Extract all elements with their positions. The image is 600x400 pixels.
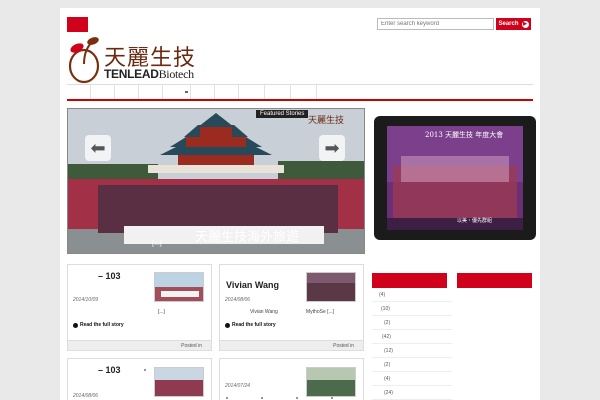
tablet-image[interactable]: 2013 天麗生技 年度大會 以美‧優先群組: [374, 116, 536, 240]
dropdown-indicator-icon: [185, 91, 188, 93]
top-bar: Search ▶: [60, 8, 540, 34]
post-date: 2014/07/24: [225, 383, 251, 389]
category-item[interactable]: (2): [372, 316, 452, 330]
group-photo: [387, 126, 523, 230]
category-item[interactable]: (4): [372, 288, 452, 302]
post-thumbnail[interactable]: [154, 272, 204, 302]
post-title[interactable]: Vivian Wang: [226, 280, 279, 290]
category-item[interactable]: (2): [372, 358, 452, 372]
tablet-subtitle: 以美‧優先群組: [457, 218, 493, 224]
category-count: (4): [379, 292, 386, 298]
sprout-logo-icon: [68, 37, 100, 84]
next-arrow-icon[interactable]: ➡: [319, 135, 345, 161]
nav-item-6[interactable]: [191, 85, 215, 99]
post-card-3[interactable]: – 103 2014/08/06: [67, 358, 212, 400]
pager-dot-3-icon[interactable]: [296, 397, 298, 399]
nav-item-7[interactable]: [215, 85, 239, 99]
logo-bold-text: TENLEAD: [104, 67, 159, 81]
sidebar-heading-1: [372, 273, 447, 288]
category-count: (12): [384, 348, 393, 354]
category-count: (4): [384, 376, 391, 382]
category-item[interactable]: (4): [372, 372, 452, 386]
read-more-link[interactable]: Read the full story: [73, 322, 124, 328]
search-button[interactable]: Search ▶: [496, 18, 531, 30]
pager-dot-1-icon[interactable]: [226, 397, 228, 399]
nav-item-4[interactable]: [139, 85, 163, 99]
post-card-4[interactable]: 2014/07/24: [219, 358, 364, 400]
read-more-link[interactable]: Read the full story: [225, 322, 276, 328]
post-title[interactable]: – 103: [98, 365, 121, 375]
post-thumbnail[interactable]: [306, 272, 356, 302]
pager-dot-4-icon[interactable]: [331, 397, 333, 399]
nav-item-2[interactable]: [91, 85, 115, 99]
category-item[interactable]: (24): [372, 386, 452, 400]
category-count: (24): [384, 390, 393, 396]
category-item[interactable]: (42): [372, 330, 452, 344]
prev-arrow-icon[interactable]: ⬅: [85, 135, 111, 161]
nav-item-3[interactable]: [115, 85, 139, 99]
post-card-2[interactable]: Vivian Wang 2014/08/06 Vivian Wang Mytho…: [219, 264, 364, 351]
nav-divider: [67, 99, 533, 101]
category-count: (42): [382, 334, 391, 340]
logo-rest-text: Biotech: [158, 67, 195, 81]
category-count: (2): [384, 320, 391, 326]
dot-icon: [144, 369, 146, 371]
category-item[interactable]: (10): [372, 302, 452, 316]
category-item[interactable]: (12): [372, 344, 452, 358]
category-count: (10): [381, 306, 390, 312]
banner-text: 天麗生技海外旅遊: [194, 230, 299, 245]
page-container: Search ▶ 天麗生技 TENLEADBiotech: [60, 8, 540, 400]
nav-item-9[interactable]: [265, 85, 291, 99]
post-excerpt: [...]: [158, 309, 165, 315]
post-author: Vivian Wang: [250, 309, 278, 315]
pager-dot-2-icon[interactable]: [261, 397, 263, 399]
read-more-label: Read the full story: [232, 322, 276, 328]
featured-slider[interactable]: Featured Stories 天麗生技 ⬅ ➡ 天麗生技海外旅遊 [...]: [67, 108, 365, 254]
featured-stories-label: Featured Stories: [256, 110, 309, 118]
post-excerpt: MythoSe [...]: [306, 309, 335, 315]
read-more-label: Read the full story: [80, 322, 124, 328]
logo-english-text: TENLEADBiotech: [104, 67, 194, 82]
post-footer: Posted in: [220, 340, 363, 350]
arrow-right-icon: ▶: [521, 20, 529, 28]
search-input[interactable]: [377, 18, 494, 30]
post-card-1[interactable]: – 103 2014/10/09 [...] Read the full sto…: [67, 264, 212, 351]
post-date: 2014/10/09: [73, 297, 99, 303]
category-count: (2): [384, 362, 391, 368]
tablet-screen: 2013 天麗生技 年度大會 以美‧優先群組: [387, 126, 523, 230]
post-date: 2014/08/06: [225, 297, 251, 303]
sidebar-heading-2: [457, 273, 532, 288]
slider-caption[interactable]: [...]: [152, 240, 162, 247]
nav-item-1[interactable]: [67, 85, 91, 99]
post-title[interactable]: – 103: [98, 271, 121, 281]
slider-logo-text: 天麗生技: [308, 116, 345, 126]
nav-item-8[interactable]: [239, 85, 265, 99]
site-logo[interactable]: 天麗生技 TENLEADBiotech: [66, 34, 201, 86]
bullet-icon: [73, 322, 78, 328]
post-date: 2014/08/06: [73, 393, 99, 399]
tablet-year-text: 2013 天麗生技 年度大會: [425, 131, 504, 139]
posted-in-label: Posted in: [181, 343, 202, 349]
post-thumbnail[interactable]: [306, 367, 356, 397]
bullet-icon: [225, 322, 230, 328]
nav-item-10[interactable]: [291, 85, 317, 99]
post-thumbnail[interactable]: [154, 367, 204, 397]
post-footer: Posted in: [68, 340, 211, 350]
search-button-label: Search: [498, 21, 519, 27]
home-button[interactable]: [67, 17, 88, 32]
main-nav: [67, 84, 533, 99]
posted-in-label: Posted in: [333, 343, 354, 349]
